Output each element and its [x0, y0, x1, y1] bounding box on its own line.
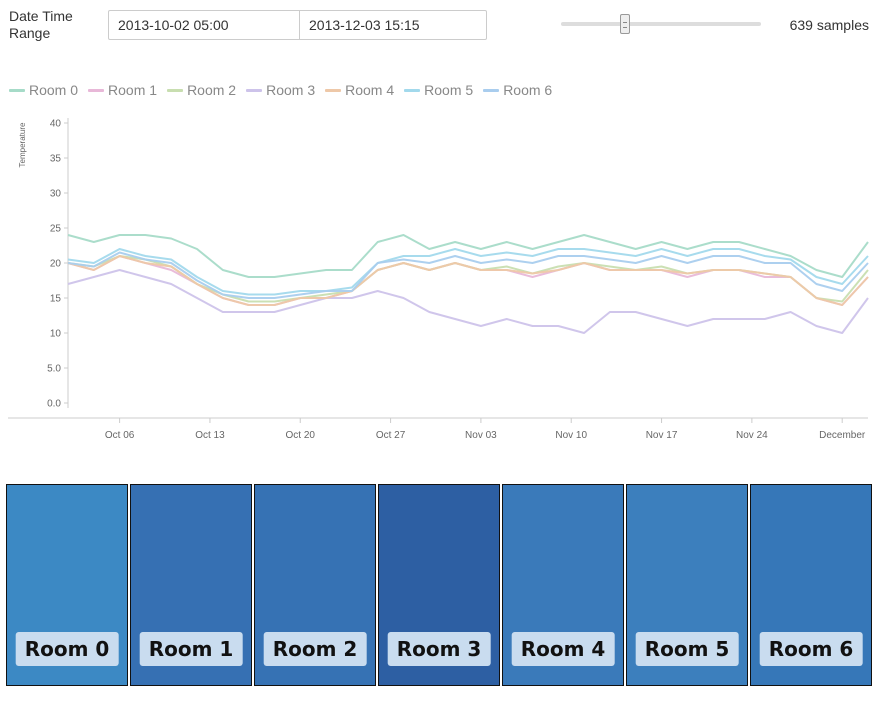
y-axis-label: Temperature: [18, 122, 27, 167]
legend-swatch: [404, 88, 421, 92]
x-tick-label: December: [819, 430, 866, 441]
legend-item-room-4[interactable]: Room 4: [325, 81, 394, 99]
y-tick-label: 20: [50, 259, 62, 270]
room-label: Room 0: [15, 632, 119, 666]
y-tick-label: 30: [50, 189, 62, 200]
legend-swatch: [167, 88, 184, 92]
y-tick-label: 0.0: [47, 399, 61, 410]
legend-label: Room 4: [345, 82, 395, 98]
room-box-3[interactable]: Room 3: [378, 484, 500, 686]
legend-swatch: [9, 88, 25, 92]
legend-swatch: [483, 88, 500, 92]
date-range-label: Date Time Range: [9, 8, 73, 41]
legend-label: Room 0: [29, 82, 79, 98]
y-tick-label: 5.0: [47, 364, 61, 375]
legend-label: Room 1: [108, 82, 158, 98]
legend-item-room-0[interactable]: Room 0: [9, 81, 78, 99]
y-tick-label: 10: [50, 329, 62, 340]
series-line-room-6: [67, 251, 869, 299]
legend-swatch: [325, 88, 342, 92]
x-tick-label: Oct 27: [376, 430, 406, 441]
legend-item-room-1[interactable]: Room 1: [88, 81, 157, 99]
series-line-room-4: [67, 255, 869, 306]
legend-swatch: [88, 88, 105, 92]
y-tick-label: 15: [50, 294, 62, 305]
room-label: Room 2: [263, 632, 367, 666]
end-date-input[interactable]: [300, 11, 490, 39]
y-tick-label: 35: [50, 154, 62, 165]
room-color-boxes: Room 0 Room 1 Room 2 Room 3 Room 4 Room 5 Room…: [6, 484, 872, 686]
legend-item-room-6[interactable]: Room 6: [483, 81, 552, 99]
room-box-0[interactable]: Room 0: [6, 484, 128, 686]
room-label: Room 5: [635, 632, 739, 666]
legend-swatch: [246, 88, 263, 92]
room-label: Room 4: [511, 632, 615, 666]
room-box-1[interactable]: Room 1: [130, 484, 252, 686]
series-line-room-1: [67, 255, 869, 306]
room-label: Room 1: [139, 632, 243, 666]
x-tick-label: Nov 10: [555, 430, 587, 441]
legend-item-room-3[interactable]: Room 3: [246, 81, 315, 99]
legend-label: Room 6: [503, 82, 553, 98]
slider-track[interactable]: [561, 22, 761, 26]
chart-legend: Room 0 Room 1 Room 2 Room 3 Room 4 Room 5 Room…: [9, 81, 562, 99]
y-tick-label: 40: [50, 119, 62, 130]
room-label: Room 6: [759, 632, 863, 666]
legend-item-room-5[interactable]: Room 5: [404, 81, 473, 99]
slider-handle[interactable]: [620, 14, 630, 34]
x-tick-label: Oct 13: [195, 430, 225, 441]
legend-label: Room 3: [266, 82, 316, 98]
legend-label: Room 5: [424, 82, 474, 98]
start-date-input[interactable]: [109, 11, 300, 39]
x-tick-label: Nov 03: [465, 430, 497, 441]
x-tick-label: Oct 20: [286, 430, 316, 441]
room-box-5[interactable]: Room 5: [626, 484, 748, 686]
sample-slider[interactable]: [561, 14, 761, 36]
x-tick-label: Oct 06: [105, 430, 135, 441]
x-tick-label: Nov 17: [646, 430, 678, 441]
room-box-6[interactable]: Room 6: [750, 484, 872, 686]
sample-count: 639 samples: [789, 17, 869, 33]
legend-item-room-2[interactable]: Room 2: [167, 81, 236, 99]
date-range-group: [108, 10, 490, 40]
x-tick-label: Nov 24: [736, 430, 768, 441]
room-label: Room 3: [387, 632, 491, 666]
y-tick-label: 25: [50, 224, 62, 235]
legend-label: Room 2: [187, 82, 237, 98]
room-box-4[interactable]: Room 4: [502, 484, 624, 686]
temperature-line-chart: 0.0 5.0 10 15 20 25 30 35 40 Temperature Oct 06 Oct…: [8, 118, 869, 441]
room-box-2[interactable]: Room 2: [254, 484, 376, 686]
